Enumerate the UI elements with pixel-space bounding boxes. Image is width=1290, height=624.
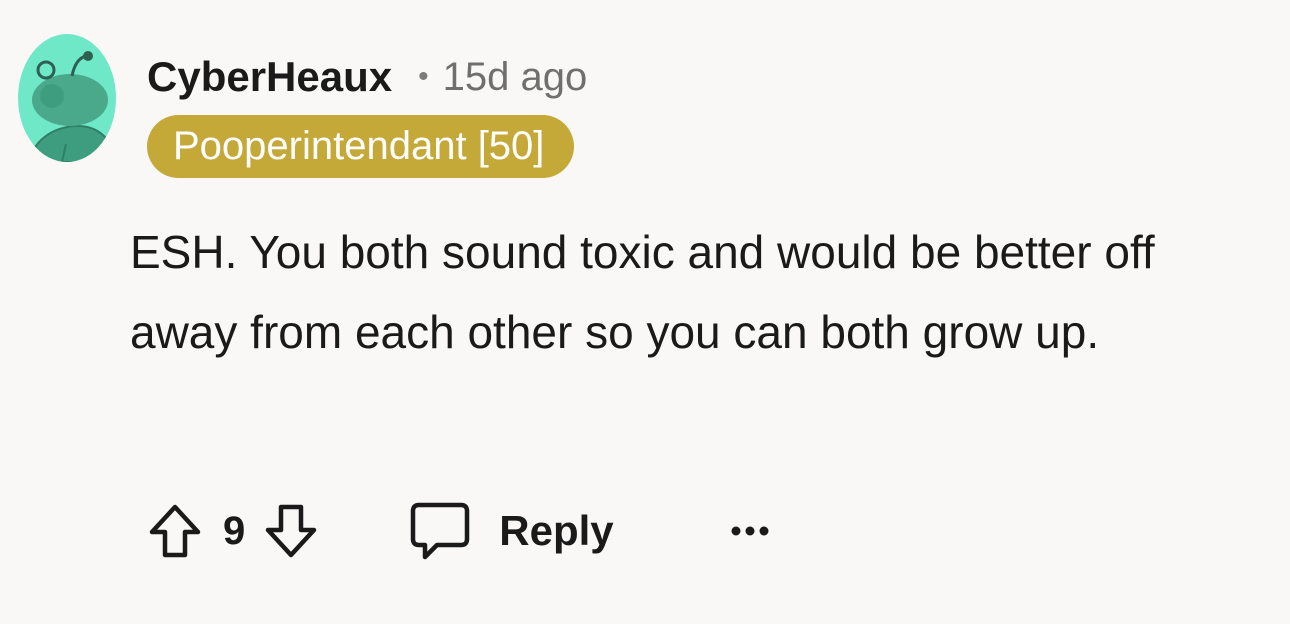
downvote-button[interactable] [263,500,319,562]
comment: CyberHeaux • 15d ago Pooperintendant [50… [0,0,1290,624]
username-link[interactable]: CyberHeaux [147,53,392,101]
comment-actions: 9 Reply [147,500,770,562]
upvote-button[interactable] [147,500,203,562]
vote-count: 9 [223,508,246,553]
ellipsis-icon [731,526,769,536]
reply-button[interactable]: Reply [409,501,614,561]
timestamp[interactable]: 15d ago [443,55,588,100]
speech-bubble-icon [411,502,470,560]
arrow-down-outline-icon [266,504,317,558]
snoo-avatar-icon [18,34,116,162]
reply-label: Reply [499,507,614,554]
comment-header: CyberHeaux • 15d ago [147,52,587,102]
separator-dot: • [418,60,429,93]
user-flair-badge: Pooperintendant [50] [147,115,575,178]
avatar[interactable] [18,34,116,162]
more-options-button[interactable] [730,500,770,562]
comment-body: ESH. You both sound toxic and would be b… [130,226,1155,358]
arrow-up-outline-icon [149,504,201,558]
